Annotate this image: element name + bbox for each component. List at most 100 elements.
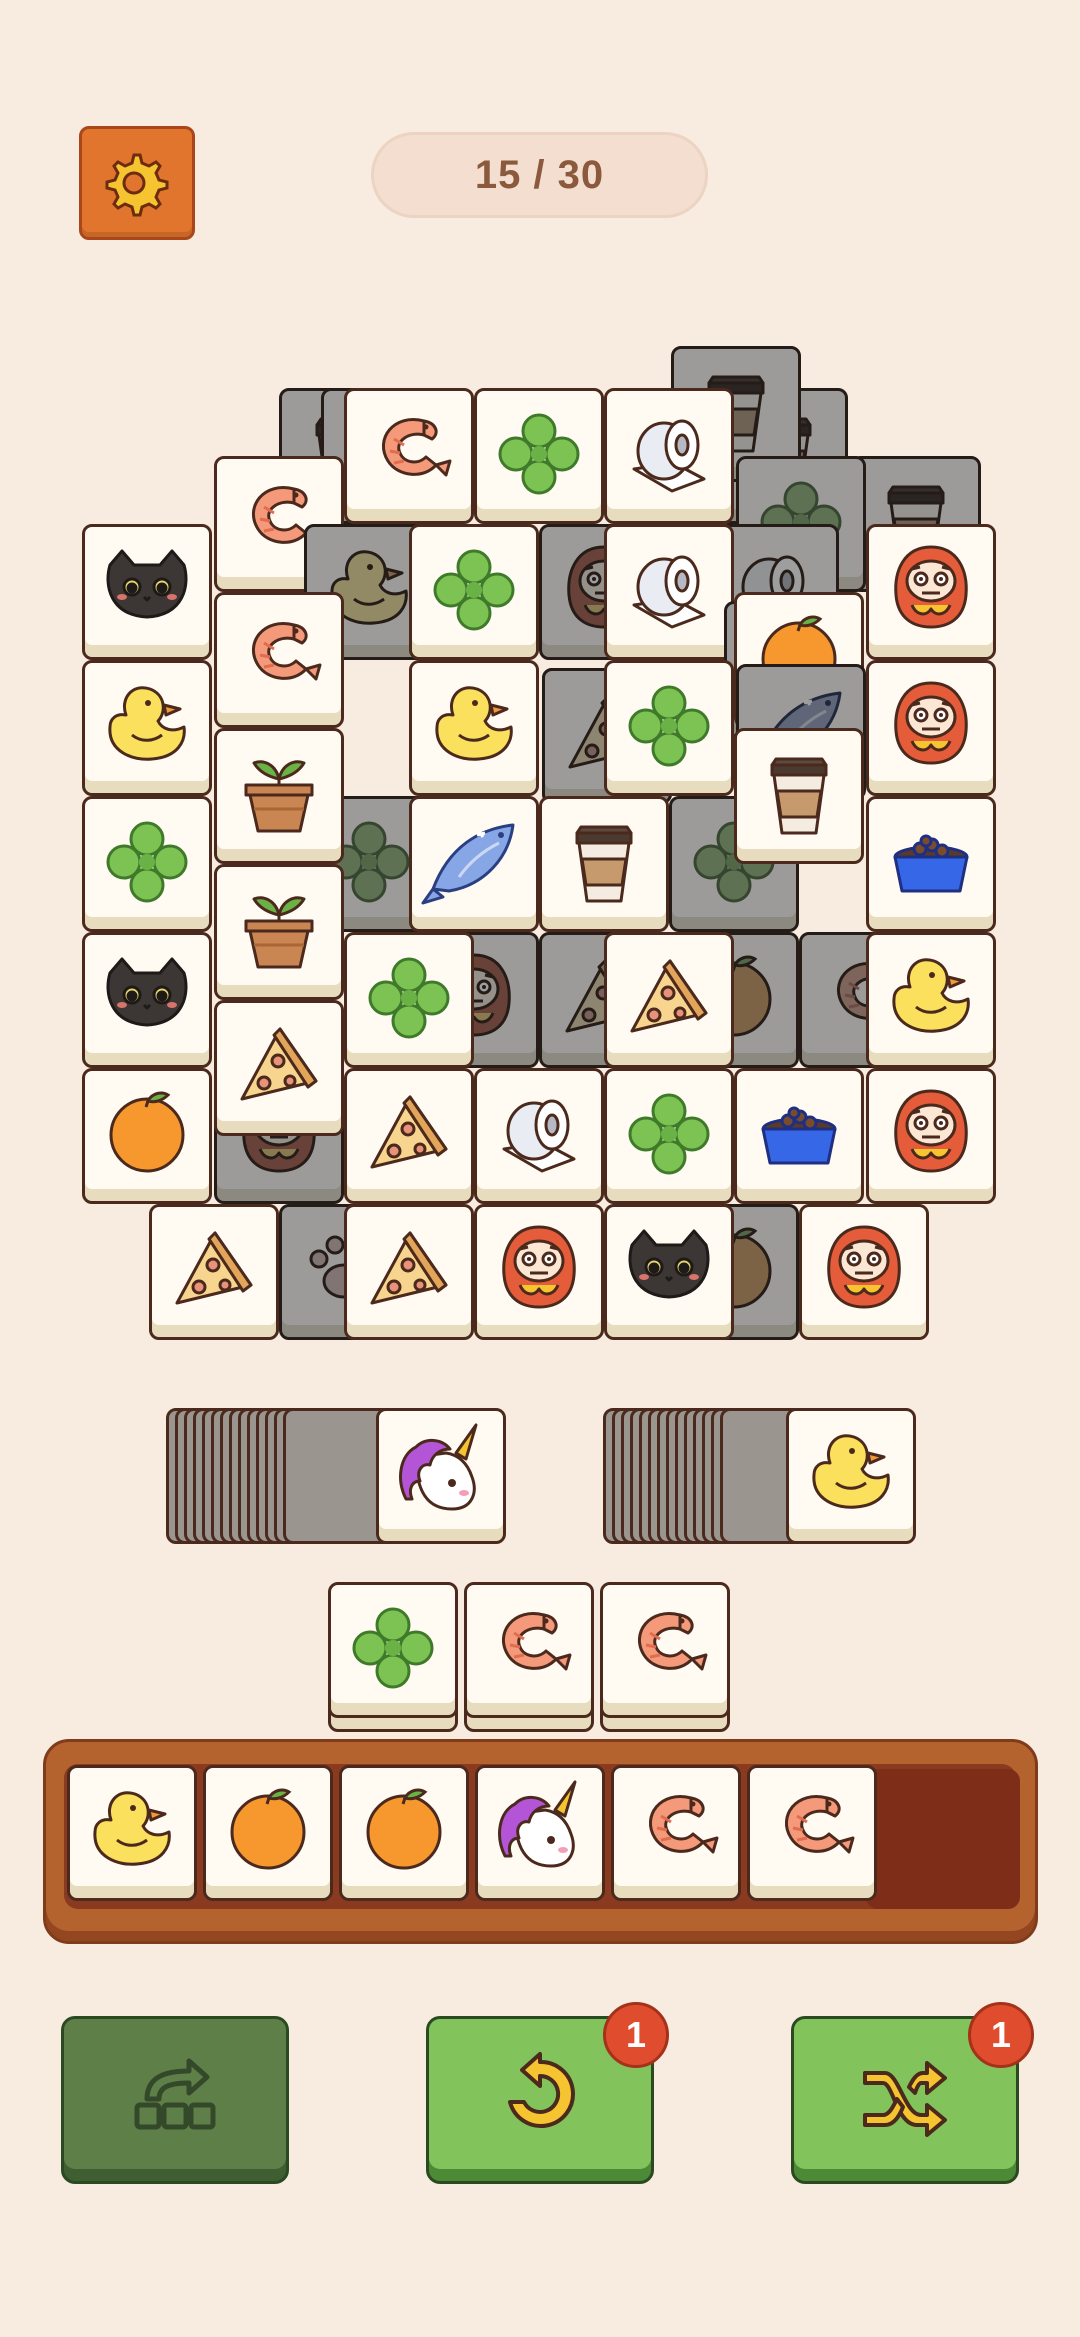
- shuffle-count: 1: [990, 2014, 1012, 2055]
- staging-tile[interactable]: [464, 1582, 594, 1718]
- cat-icon: [106, 549, 188, 619]
- pizza-icon: [240, 1027, 318, 1101]
- board-tile[interactable]: [82, 660, 212, 796]
- board-tile[interactable]: [82, 524, 212, 660]
- plant-pot-icon: [244, 760, 314, 833]
- board-tile[interactable]: [539, 796, 669, 932]
- cat-icon: [628, 1229, 710, 1299]
- board-tile[interactable]: [799, 1204, 929, 1340]
- board-tile[interactable]: [409, 524, 539, 660]
- unicorn-icon: [399, 1423, 478, 1511]
- daruma-icon: [502, 1225, 576, 1309]
- clover-icon: [433, 549, 515, 631]
- board-tile[interactable]: [82, 1068, 212, 1204]
- board-tile[interactable]: [344, 1204, 474, 1340]
- board-tile[interactable]: [82, 932, 212, 1068]
- board-tile[interactable]: [149, 1204, 279, 1340]
- tray-empty-slot: [866, 1769, 1020, 1909]
- toilet-paper-icon: [632, 419, 706, 493]
- pizza-icon: [630, 959, 708, 1033]
- clover-icon: [628, 1093, 710, 1175]
- board-tile[interactable]: [409, 796, 539, 932]
- shrimp-icon: [251, 622, 322, 681]
- shrimp-icon: [637, 1612, 708, 1671]
- tray-slot-tile: [67, 1765, 197, 1901]
- cat-icon: [106, 957, 188, 1027]
- daruma-icon: [827, 1225, 901, 1309]
- tray-slot-tile: [475, 1765, 605, 1901]
- clover-icon: [106, 821, 188, 903]
- orange-icon: [109, 1091, 185, 1173]
- daruma-icon: [894, 545, 968, 629]
- undo-count-badge: 1: [603, 2002, 669, 2068]
- daruma-icon: [894, 1089, 968, 1173]
- fish-icon: [421, 823, 515, 905]
- tile-board: [0, 0, 1080, 1400]
- board-tile[interactable]: [866, 660, 996, 796]
- shrimp-icon: [648, 1795, 719, 1854]
- tray-slot-tile: [339, 1765, 469, 1901]
- pet-bowl-icon: [893, 834, 969, 893]
- board-tile[interactable]: [474, 1204, 604, 1340]
- pizza-icon: [370, 1231, 448, 1305]
- clover-icon: [498, 413, 580, 495]
- pizza-icon: [175, 1231, 253, 1305]
- pet-bowl-icon: [761, 1106, 837, 1165]
- plant-pot-icon: [244, 896, 314, 969]
- shuffle-icon: [863, 2061, 947, 2137]
- board-tile[interactable]: [604, 932, 734, 1068]
- daruma-icon: [894, 681, 968, 765]
- board-tile[interactable]: [604, 1204, 734, 1340]
- board-tile[interactable]: [866, 1068, 996, 1204]
- board-tile[interactable]: [734, 1068, 864, 1204]
- undo-icon: [508, 2052, 575, 2128]
- return-tiles-icon: [134, 2058, 216, 2130]
- board-tile[interactable]: [214, 592, 344, 728]
- board-tile[interactable]: [734, 728, 864, 864]
- tray-slot-tile: [611, 1765, 741, 1901]
- duck-icon: [812, 1434, 890, 1509]
- duck-icon: [892, 958, 970, 1033]
- orange-icon: [230, 1788, 306, 1870]
- undo-count: 1: [625, 2014, 647, 2055]
- shrimp-icon: [381, 418, 452, 477]
- board-tile[interactable]: [409, 660, 539, 796]
- board-tile[interactable]: [344, 1068, 474, 1204]
- unicorn-icon: [498, 1780, 577, 1868]
- board-tile[interactable]: [214, 864, 344, 1000]
- toilet-paper-icon: [502, 1099, 576, 1173]
- return-tiles-button[interactable]: [61, 2016, 289, 2184]
- board-tile[interactable]: [344, 932, 474, 1068]
- board-tile[interactable]: [866, 524, 996, 660]
- duck-icon: [435, 686, 513, 761]
- board-tile[interactable]: [866, 796, 996, 932]
- board-tile[interactable]: [214, 1000, 344, 1136]
- board-tile[interactable]: [344, 388, 474, 524]
- coffee-icon: [575, 825, 633, 903]
- duck-icon: [108, 686, 186, 761]
- board-tile[interactable]: [604, 660, 734, 796]
- pizza-icon: [370, 1095, 448, 1169]
- board-tile[interactable]: [604, 524, 734, 660]
- shrimp-icon: [501, 1612, 572, 1671]
- orange-icon: [366, 1788, 442, 1870]
- tray-slot-tile: [203, 1765, 333, 1901]
- clover-icon: [628, 685, 710, 767]
- shuffle-count-badge: 1: [968, 2002, 1034, 2068]
- board-tile[interactable]: [82, 796, 212, 932]
- staging-tile[interactable]: [600, 1582, 730, 1718]
- coffee-icon: [770, 757, 828, 835]
- staging-tile[interactable]: [328, 1582, 458, 1718]
- left-stack-top-tile[interactable]: [376, 1408, 506, 1544]
- duck-icon: [93, 1791, 171, 1866]
- board-tile[interactable]: [604, 1068, 734, 1204]
- board-tile[interactable]: [474, 1068, 604, 1204]
- clover-icon: [368, 957, 450, 1039]
- tray-slot-tile: [747, 1765, 877, 1901]
- right-stack-top-tile[interactable]: [786, 1408, 916, 1544]
- board-tile[interactable]: [214, 728, 344, 864]
- board-tile[interactable]: [866, 932, 996, 1068]
- board-tile[interactable]: [474, 388, 604, 524]
- board-tile[interactable]: [604, 388, 734, 524]
- toilet-paper-icon: [632, 555, 706, 629]
